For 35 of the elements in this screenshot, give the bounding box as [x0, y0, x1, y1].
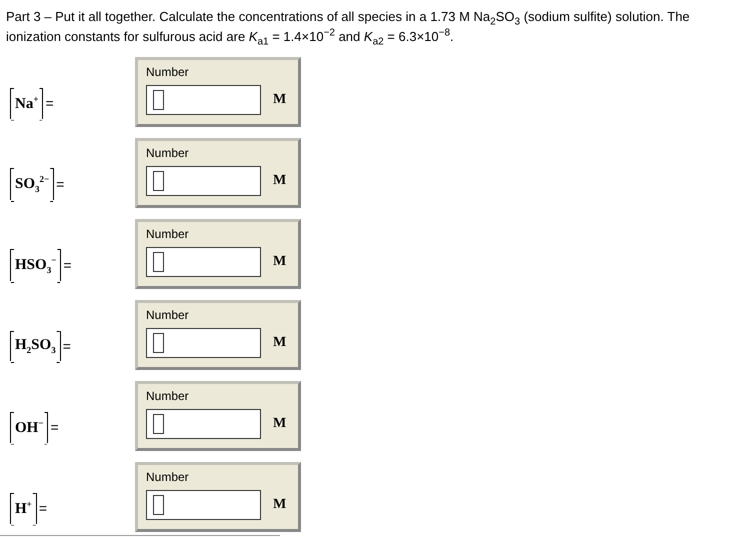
cursor-icon [153, 171, 164, 191]
cursor-icon [153, 252, 164, 272]
unit-label: M [273, 173, 286, 189]
equals-sign: = [56, 176, 64, 192]
equals-sign: = [38, 500, 47, 516]
field-label: Number [146, 470, 189, 484]
number-field[interactable] [146, 166, 261, 196]
species-formula: H$^{+}$ [10, 492, 37, 524]
field-label: Number [146, 389, 189, 403]
cursor-icon [153, 495, 164, 515]
field-label: Number [146, 65, 189, 79]
field-label: Number [146, 308, 189, 322]
equals-sign: = [45, 95, 54, 111]
species-formula: H$_{2}$SO$_{3}$ [10, 331, 61, 361]
equals-sign: = [62, 338, 71, 354]
number-field[interactable] [146, 328, 261, 358]
cursor-icon [153, 414, 164, 434]
species-formula: OH$^{−}$ [10, 412, 48, 442]
question-text: Part 3 – Put it all together. Calculate the concentrations of all species in a 1.73 M Na$_{2}$SO$_{3}$ (sodium sulfite) solution. The ionization constants for sulfurous acid are K$_{a1}$ = 1.4×10$^{−2}$ and K$_{a2}$ = 6.3×10$^{−8}$. [5, 8, 691, 47]
field-label: Number [146, 146, 189, 160]
number-field[interactable] [146, 85, 261, 115]
number-field[interactable] [146, 409, 261, 439]
equals-sign: = [50, 419, 59, 435]
unit-label: M [273, 416, 286, 432]
equals-sign: = [63, 257, 72, 273]
unit-label: M [273, 335, 286, 351]
unit-label: M [273, 497, 286, 513]
cursor-icon [153, 90, 164, 110]
number-field[interactable] [146, 490, 261, 520]
unit-label: M [273, 254, 286, 270]
number-field[interactable] [146, 247, 261, 277]
field-label: Number [146, 227, 189, 241]
species-formula: Na$^{+}$ [10, 88, 44, 118]
cursor-icon [153, 333, 164, 353]
unit-label: M [273, 92, 286, 108]
